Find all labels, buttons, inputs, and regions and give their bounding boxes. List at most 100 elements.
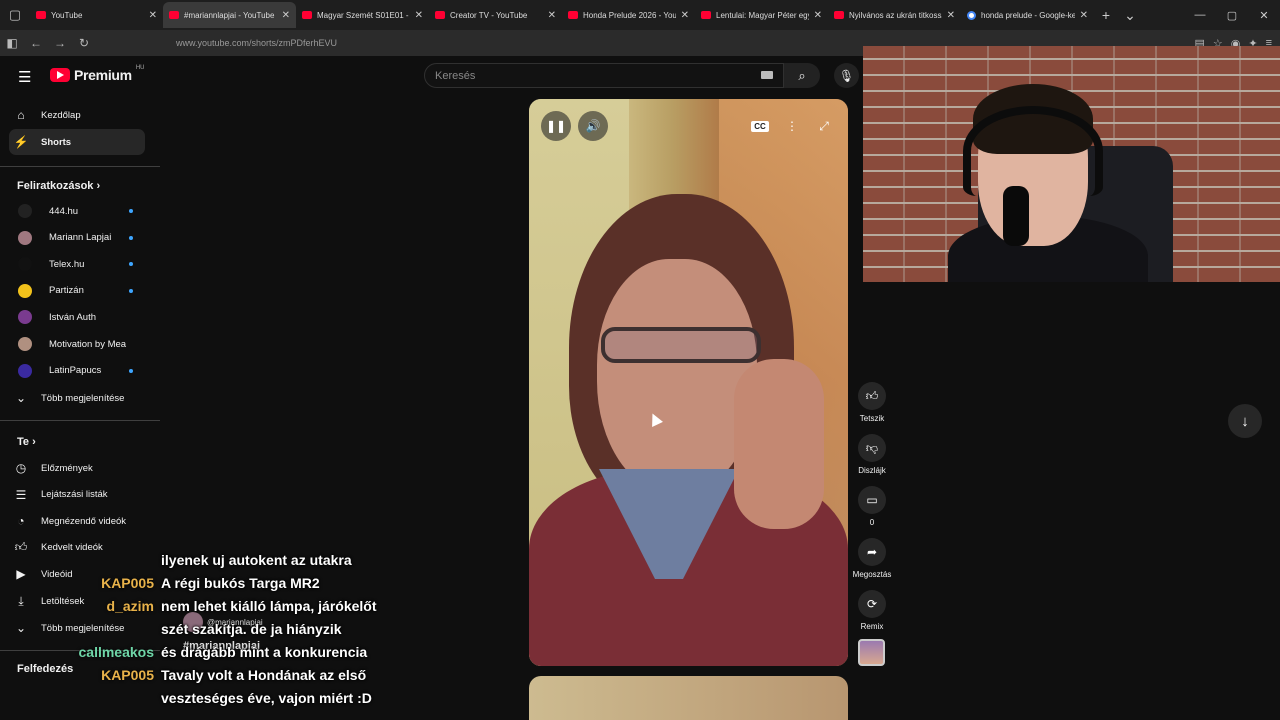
close-tab-icon[interactable]: ✕ [814, 10, 822, 21]
browser-tab[interactable]: Creator TV - YouTube ✕ [429, 2, 562, 28]
sidebar-item-history[interactable]: ◷ Előzmények [9, 455, 145, 481]
back-button[interactable]: ← [24, 36, 48, 50]
keyboard-icon[interactable] [761, 71, 773, 79]
tab-list-button[interactable]: ⌄ [1118, 7, 1142, 24]
you-title: Te [17, 436, 30, 448]
close-tab-icon[interactable]: ✕ [282, 10, 290, 21]
mic-icon: 🎙 [838, 68, 855, 83]
tab-title: Magyar Szemét S01E01 - M [317, 10, 410, 20]
webcam-headset [963, 106, 1103, 196]
more-options-button[interactable]: ⋮ [777, 111, 807, 141]
close-tab-icon[interactable]: ✕ [149, 10, 157, 21]
close-tab-icon[interactable]: ✕ [1080, 10, 1088, 21]
youtube-icon [169, 11, 179, 19]
sidebar-item-subscription[interactable]: 444.hu [9, 198, 145, 224]
history-icon: ◷ [15, 461, 27, 475]
chevron-down-icon: ⌄ [15, 621, 27, 635]
show-more-you[interactable]: ⌄ Több megjelenítése [9, 615, 145, 641]
close-tab-icon[interactable]: ✕ [548, 10, 556, 21]
sidebar-item-clock[interactable]: ◔ Megnézendő videók [9, 508, 145, 534]
url-field[interactable]: www.youtube.com/shorts/zmPDferhEVU [176, 38, 337, 48]
chat-text: nem lehet kiálló lámpa, járókelőt [161, 598, 377, 614]
youtube-icon [435, 11, 445, 19]
search-input[interactable]: Keresés [424, 63, 784, 88]
youtube-icon [834, 11, 844, 19]
maximize-button[interactable]: ▢ [1216, 9, 1248, 22]
sidebar-item-label: 444.hu [49, 205, 79, 217]
share-icon: ➦ [858, 538, 886, 566]
search-button[interactable]: ⌕ [784, 63, 820, 88]
chat-text: Tavaly volt a Hondának az első [161, 667, 367, 683]
sound-thumbnail[interactable] [858, 639, 885, 666]
minimize-button[interactable]: — [1184, 9, 1216, 22]
browser-tab[interactable]: Magyar Szemét S01E01 - M ✕ [296, 2, 429, 28]
shorts-video-player[interactable]: ❚❚ 🔊 CC ⋮ ⤢ [529, 99, 848, 666]
dislike-action[interactable]: 👎︎ Diszlájk [852, 434, 892, 475]
comments-count: 0 [869, 518, 875, 527]
forward-button[interactable]: → [48, 36, 72, 50]
tab-actions-icon[interactable]: ▢ [0, 0, 30, 30]
close-window-button[interactable]: ✕ [1248, 9, 1280, 22]
youtube-logo[interactable]: Premium HU [50, 65, 144, 83]
you-heading[interactable]: Te › [17, 436, 36, 448]
share-action[interactable]: ➦ Megosztás [852, 538, 892, 579]
hamburger-menu-icon[interactable]: ☰ [18, 68, 34, 86]
browser-tab[interactable]: Lentulai: Magyar Péter egy ✕ [695, 2, 828, 28]
sidebar-toggle-icon[interactable]: ◧ [0, 36, 24, 50]
browser-tab[interactable]: honda prelude - Google-ke ✕ [961, 2, 1094, 28]
sidebar-item-subscription[interactable]: LatinPapucs [9, 358, 145, 384]
chat-username: callmeakos [78, 644, 155, 660]
reload-button[interactable]: ↻ [72, 36, 96, 50]
chat-username: KAP005 [101, 667, 154, 683]
sidebar-item-label: Letöltések [41, 595, 85, 607]
close-tab-icon[interactable]: ✕ [681, 10, 689, 21]
next-video-button[interactable]: ↓ [1228, 404, 1262, 438]
sidebar-item-subscription[interactable]: Motivation by Mea [9, 331, 145, 357]
sidebar-item-playlist[interactable]: ☰ Lejátszási listák [9, 482, 145, 508]
sidebar-item-subscription[interactable]: Telex.hu [9, 251, 145, 277]
sidebar-item-label: Kezdőlap [41, 109, 81, 121]
chevron-right-icon: › [96, 180, 101, 192]
browser-tab[interactable]: Honda Prelude 2026 - YouT ✕ [562, 2, 695, 28]
comments-action[interactable]: ▭ 0 [852, 486, 892, 527]
sidebar-item-like[interactable]: 👍︎ Kedvelt videók [9, 535, 145, 561]
voice-search-button[interactable]: 🎙 [834, 63, 859, 88]
sidebar-item-subscription[interactable]: Mariann Lapjai [9, 225, 145, 251]
captions-button[interactable]: CC [745, 111, 775, 141]
arrow-down-icon: ↓ [1241, 412, 1249, 430]
youtube-icon [568, 11, 578, 19]
browser-tab-bar: ▢ YouTube ✕ #mariannlapjai - YouTube ✕ Magya… [0, 0, 1280, 30]
chat-username: d_azim [106, 598, 154, 614]
show-more-subscriptions[interactable]: ⌄ Több megjelenítése [9, 385, 145, 411]
sidebar-item-home[interactable]: ⌂ Kezdőlap [9, 102, 145, 128]
next-short-preview[interactable] [529, 676, 848, 720]
volume-icon: 🔊 [585, 119, 601, 133]
sidebar-item-label: István Auth [49, 311, 97, 323]
subscriptions-title: Feliratkozások [17, 180, 94, 192]
sidebar-item-label: Kedvelt videók [41, 542, 103, 554]
chat-text: és drágább mint a konkurencia [161, 644, 368, 660]
sidebar-item-subscription[interactable]: István Auth [9, 304, 145, 330]
sidebar-item-label: Mariann Lapjai [49, 232, 112, 244]
close-tab-icon[interactable]: ✕ [947, 10, 955, 21]
like-action[interactable]: 👍︎ Tetszik [852, 382, 892, 423]
share-label: Megosztás [852, 570, 892, 579]
sidebar-item-label: Megnézendő videók [41, 515, 127, 527]
like-label: Tetszik [859, 414, 885, 423]
sidebar: ⌂ Kezdőlap ⚡ Shorts Feliratkozások › 444.hu Ma… [0, 96, 160, 720]
remix-icon: ⟳ [858, 590, 886, 618]
sidebar-item-shorts[interactable]: ⚡ Shorts [9, 129, 145, 155]
remix-label: Remix [860, 622, 884, 631]
fullscreen-button[interactable]: ⤢ [809, 111, 839, 141]
browser-tab[interactable]: #mariannlapjai - YouTube ✕ [163, 2, 296, 28]
close-tab-icon[interactable]: ✕ [415, 10, 423, 21]
subscriptions-heading[interactable]: Feliratkozások › [17, 180, 100, 192]
new-tab-button[interactable]: + [1094, 7, 1118, 23]
browser-tab[interactable]: YouTube ✕ [30, 2, 163, 28]
video-frame-glasses [601, 327, 761, 363]
volume-button[interactable]: 🔊 [578, 111, 608, 141]
remix-action[interactable]: ⟳ Remix [852, 590, 892, 631]
sidebar-item-subscription[interactable]: Partizán [9, 278, 145, 304]
browser-tab[interactable]: Nyilvános az ukrán titkossz ✕ [828, 2, 961, 28]
pause-button[interactable]: ❚❚ [541, 111, 571, 141]
